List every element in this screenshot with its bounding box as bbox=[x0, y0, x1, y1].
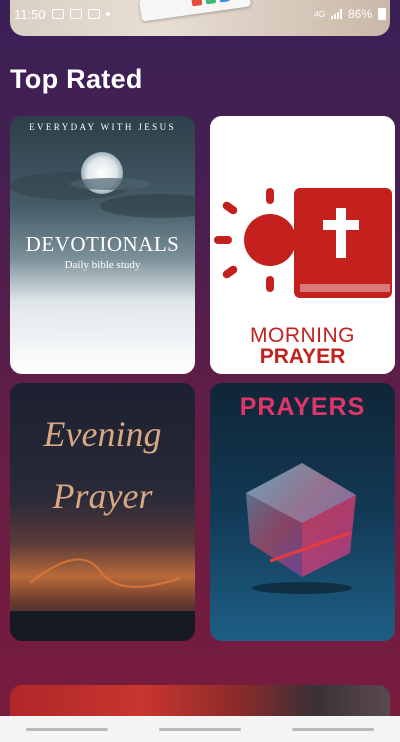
gallery-icon bbox=[51, 9, 64, 19]
nav-home-button[interactable] bbox=[158, 727, 241, 731]
sim-icon bbox=[69, 9, 82, 19]
devotionals-overline: EVERYDAY WITH JESUS bbox=[29, 122, 176, 132]
nav-recents-button[interactable] bbox=[25, 727, 108, 731]
nav-back-button[interactable] bbox=[292, 727, 375, 731]
section-title: Top Rated bbox=[10, 64, 143, 94]
notification-dot-icon bbox=[105, 12, 110, 16]
system-nav-bar bbox=[0, 716, 400, 742]
prayers-title: PRAYERS bbox=[239, 393, 366, 421]
morning-prayer-card[interactable]: MORNING PRAYER bbox=[210, 116, 395, 374]
devotionals-subtitle: Daily bible study bbox=[64, 259, 141, 271]
status-left: 11:50 bbox=[14, 7, 110, 22]
evening-line2: Prayer bbox=[52, 476, 153, 516]
status-bar: 11:50 4G 86% bbox=[0, 0, 400, 28]
network-type: 4G bbox=[314, 9, 325, 19]
status-time: 11:50 bbox=[14, 6, 46, 22]
signal-icon bbox=[330, 9, 342, 19]
morning-line2: PRAYER bbox=[259, 345, 346, 368]
devotionals-title: DEVOTIONALS bbox=[25, 232, 180, 256]
evening-prayer-card[interactable]: Evening Prayer bbox=[10, 383, 195, 641]
cast-icon bbox=[87, 9, 100, 19]
devotionals-card[interactable]: EVERYDAY WITH JESUS DEVOTIONALS Daily bi… bbox=[10, 116, 195, 374]
battery-percent: 86% bbox=[347, 7, 372, 21]
bible-cross-icon bbox=[294, 188, 392, 298]
status-right: 4G 86% bbox=[314, 7, 386, 21]
prayers-card[interactable]: PRAYERS bbox=[210, 383, 395, 641]
battery-icon bbox=[378, 8, 386, 20]
evening-line1: Evening bbox=[43, 414, 162, 454]
